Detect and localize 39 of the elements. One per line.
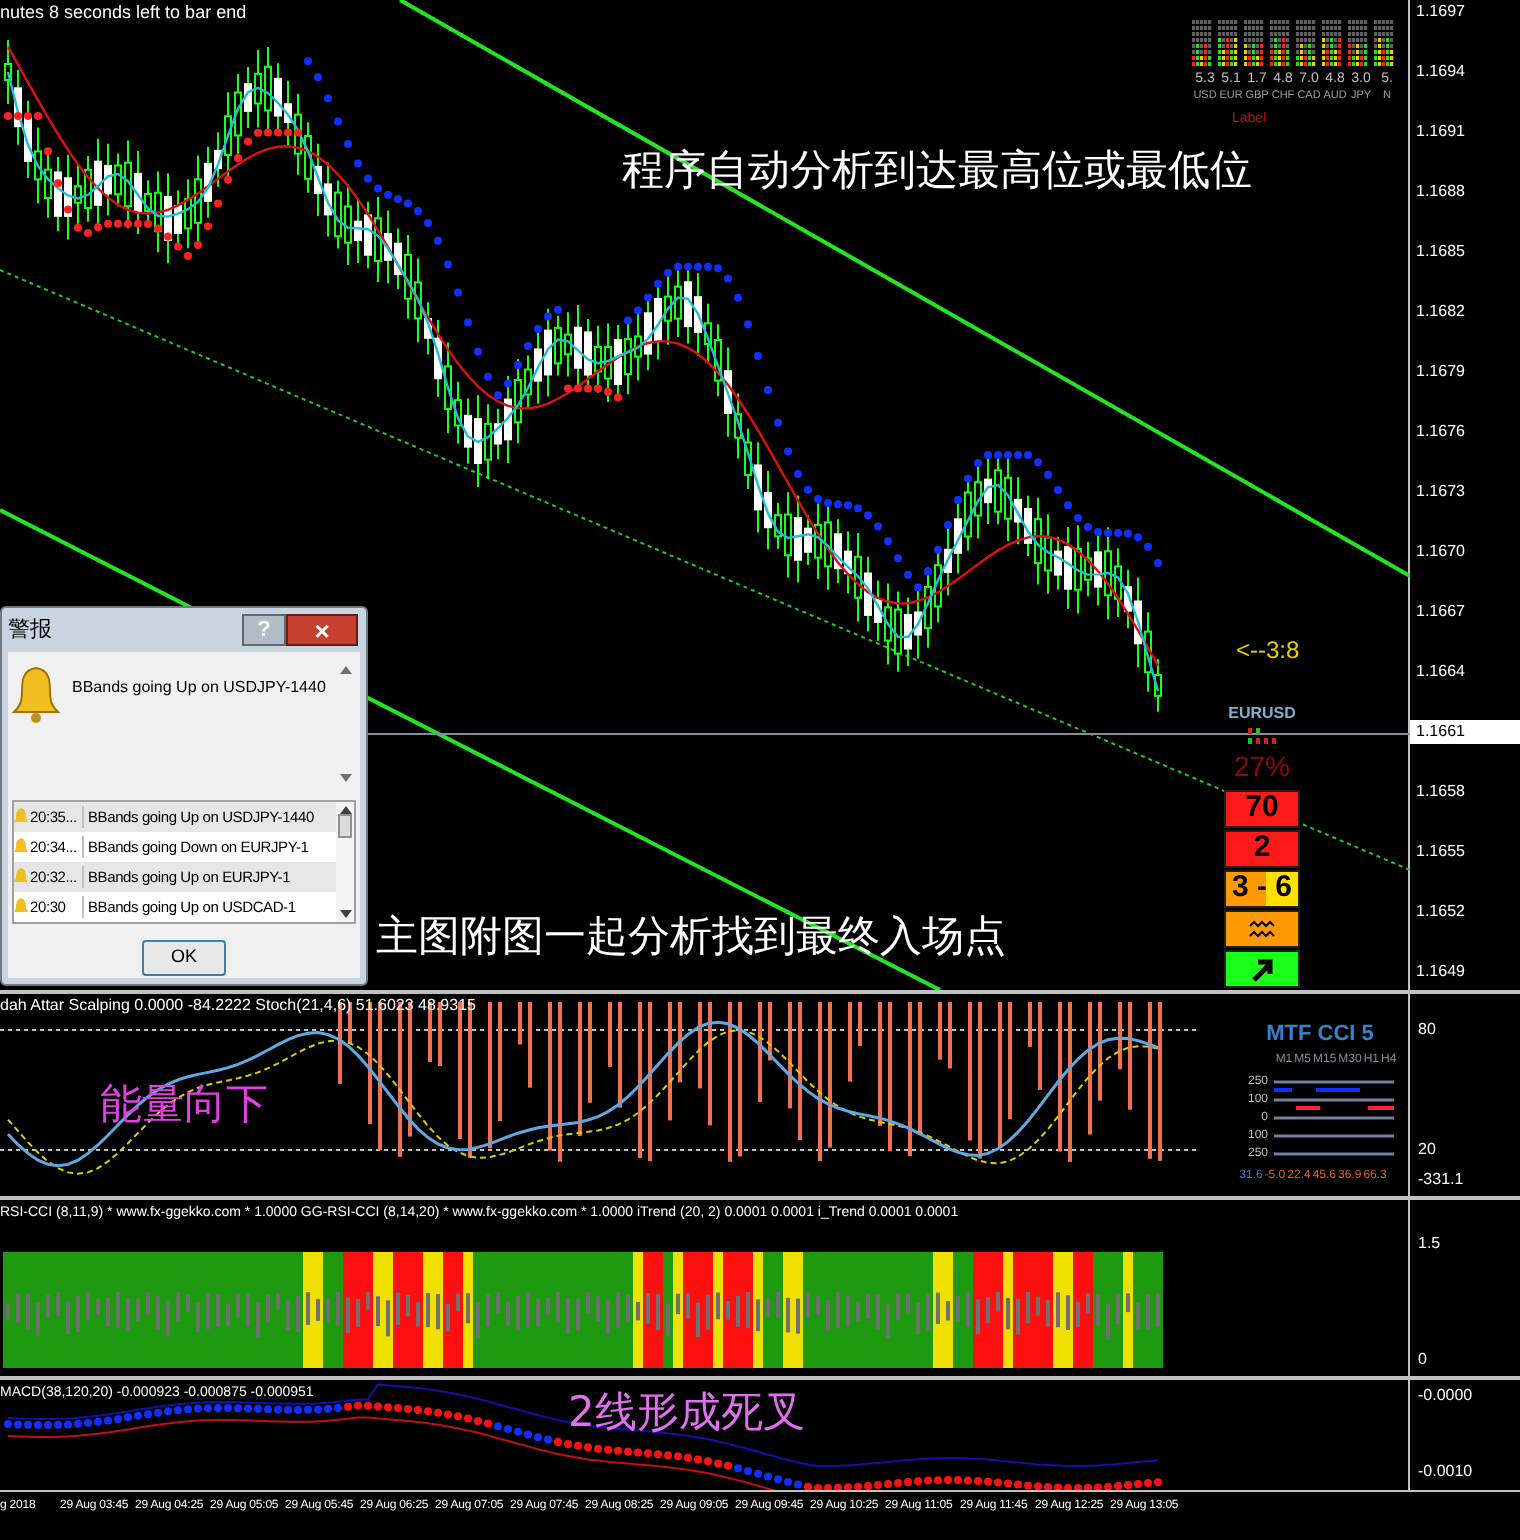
price-label: 1.1664 — [1414, 660, 1467, 684]
axis-label: -331.1 — [1418, 1168, 1464, 1192]
ok-button[interactable]: OK — [142, 940, 226, 976]
dialog-title: 警报 — [8, 615, 54, 646]
price-label: 1.1658 — [1414, 780, 1467, 804]
annotation-text: 2线形成死叉 — [568, 1386, 805, 1440]
percent-text: 27% — [1233, 748, 1291, 786]
price-label: 1.1694 — [1414, 60, 1467, 84]
signal-cell: 2 — [1224, 830, 1300, 868]
symbol-label: EURUSD — [1228, 702, 1296, 726]
price-label: 1.1661 — [1410, 720, 1520, 744]
signal-cell: 3 - 6 — [1224, 870, 1300, 908]
axis-label: -0.0010 — [1418, 1460, 1473, 1484]
price-label: 1.1682 — [1414, 300, 1467, 324]
price-label: 1.1649 — [1414, 960, 1467, 984]
bar-timer-text: nutes 8 seconds left to bar end — [0, 0, 247, 26]
countdown-text: <--3:8 — [1236, 634, 1300, 668]
price-label: 1.1652 — [1414, 900, 1467, 924]
axis-label: 20 — [1418, 1138, 1436, 1162]
price-label: 1.1691 — [1414, 120, 1467, 144]
widget-title: MTF CCI 5 — [1266, 1020, 1374, 1050]
annotation-text: 主图附图一起分析找到最终入场点 — [376, 910, 1006, 964]
price-label: 1.1697 — [1414, 0, 1467, 24]
close-button[interactable]: × — [286, 614, 358, 646]
alert-message: BBands going Up on USDJPY-1440 — [72, 676, 328, 700]
axis-label: -0.0000 — [1418, 1384, 1473, 1408]
price-label: 1.1670 — [1414, 540, 1467, 564]
price-label: 1.1673 — [1414, 480, 1467, 504]
price-label: 1.1679 — [1414, 360, 1467, 384]
signal-cell: 70 — [1224, 790, 1300, 828]
axis-label: 1.5 — [1418, 1232, 1441, 1256]
price-label: 1.1688 — [1414, 180, 1467, 204]
axis-label: 80 — [1418, 1018, 1436, 1042]
indicator-header: dah Attar Scalping 0.0000 -84.2222 Stoch(21,4,6) 51.6023 48.9315 — [0, 994, 476, 1018]
price-label: 1.1685 — [1414, 240, 1467, 264]
price-label: 1.1667 — [1414, 600, 1467, 624]
price-label: 1.1655 — [1414, 840, 1467, 864]
price-label: 1.1676 — [1414, 420, 1467, 444]
axis-label: 0 — [1418, 1348, 1427, 1372]
